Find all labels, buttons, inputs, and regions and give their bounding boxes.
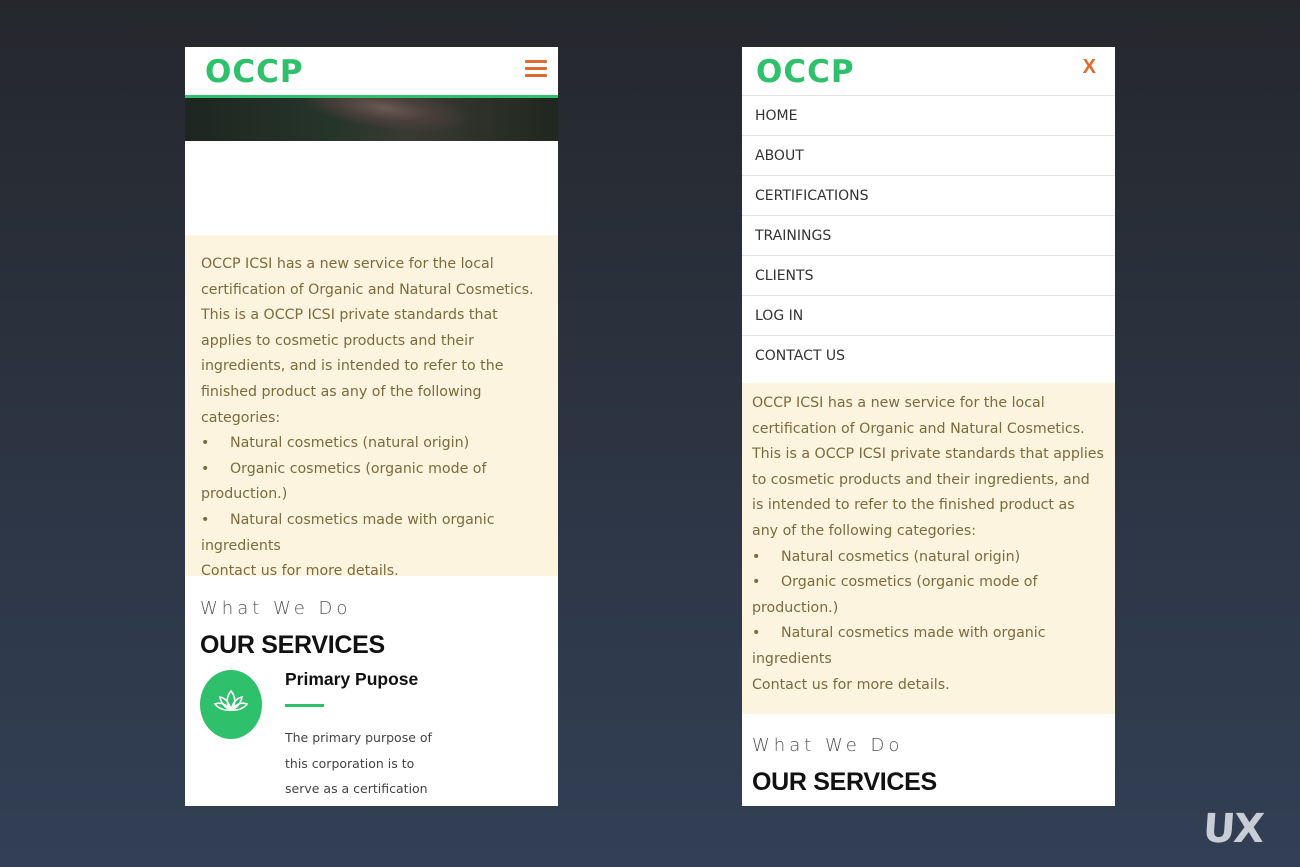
lotus-icon (200, 670, 262, 739)
menu-item-about[interactable]: ABOUT (742, 135, 1115, 175)
occp-logo[interactable]: OCCP (205, 54, 304, 90)
menu-item-trainings[interactable]: TRAININGS (742, 215, 1115, 255)
nav-menu: HOME ABOUT CERTIFICATIONS TRAININGS CLIE… (742, 95, 1115, 375)
service-title-underline (285, 704, 324, 707)
close-menu-icon[interactable]: X (1083, 56, 1096, 79)
notice-bullet: • Natural cosmetics made with organic ing… (201, 511, 495, 554)
site-header: OCCP X (742, 47, 1115, 95)
occp-logo[interactable]: OCCP (756, 54, 855, 90)
menu-item-log-in[interactable]: LOG IN (742, 295, 1115, 335)
notice-contact: Contact us for more details. (752, 676, 950, 693)
site-header: OCCP (185, 47, 558, 95)
notice-contact: Contact us for more details. (201, 563, 399, 580)
notice-bullet: • Natural cosmetics made with organic ing… (752, 625, 1046, 667)
services-section: What We Do OUR SERVICES (742, 735, 1115, 797)
notice-bullet: • Organic cosmetics (organic mode of prod… (752, 574, 1038, 616)
ux-watermark: UX (1201, 806, 1264, 852)
mobile-screen-collapsed: OCCP OCCP ICSI has a new service for the… (185, 47, 558, 806)
hero-image (185, 98, 558, 141)
notice-bullet: • Natural cosmetics (natural origin) (201, 435, 470, 452)
service-card: Primary Pupose The primary purpose of th… (200, 667, 540, 806)
menu-item-clients[interactable]: CLIENTS (742, 255, 1115, 295)
hamburger-menu-icon[interactable] (525, 60, 547, 78)
service-title: Primary Pupose (285, 669, 419, 689)
mobile-screen-menu-open: OCCP X HOME ABOUT CERTIFICATIONS TRAININ… (742, 47, 1115, 806)
menu-item-contact-us[interactable]: CONTACT US (742, 335, 1115, 375)
services-section: What We Do OUR SERVICES (185, 598, 558, 660)
section-title: OUR SERVICES (200, 631, 385, 659)
section-kicker: What We Do (200, 598, 352, 619)
service-description: The primary purpose of this corporation … (285, 730, 432, 796)
menu-item-home[interactable]: HOME (742, 95, 1115, 135)
notice-bullet: • Organic cosmetics (organic mode of prod… (201, 460, 487, 503)
cosmetics-notice: OCCP ICSI has a new service for the loca… (742, 383, 1115, 714)
section-title: OUR SERVICES (752, 768, 937, 796)
section-kicker: What We Do (752, 735, 904, 756)
notice-intro: OCCP ICSI has a new service for the loca… (201, 256, 534, 426)
menu-item-certifications[interactable]: CERTIFICATIONS (742, 175, 1115, 215)
notice-intro: OCCP ICSI has a new service for the loca… (752, 395, 1104, 539)
cosmetics-notice: OCCP ICSI has a new service for the loca… (185, 235, 558, 579)
notice-bullet: • Natural cosmetics (natural origin) (752, 548, 1021, 565)
